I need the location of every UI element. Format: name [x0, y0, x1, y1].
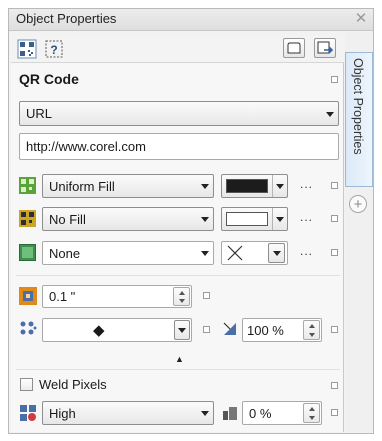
spin-down-icon: [179, 299, 185, 303]
outline-width-field[interactable]: 0.1 ": [42, 285, 192, 308]
fill-color-swatch-2: [226, 212, 268, 226]
divider: [16, 275, 340, 276]
spin-up-icon: [309, 407, 315, 411]
export-button[interactable]: [314, 38, 336, 58]
pin-icon[interactable]: [331, 409, 338, 416]
roundness-value: 100 %: [247, 323, 284, 338]
section-heading: QR Code: [19, 71, 79, 87]
qr-info-icon[interactable]: ?: [44, 39, 64, 59]
qr-pattern-fill-icon: [19, 210, 36, 227]
background-label: None: [49, 246, 81, 261]
fill-color-picker-1[interactable]: [221, 174, 288, 198]
pin-icon[interactable]: [331, 76, 338, 83]
spin-up-icon: [309, 324, 315, 328]
spin-down-icon: [309, 416, 315, 420]
chevron-down-icon: [273, 251, 281, 256]
chevron-down-icon: [201, 411, 209, 416]
outline-width-icon: [19, 287, 37, 305]
pin-icon[interactable]: [331, 382, 338, 389]
chevron-down-icon: [178, 328, 186, 333]
pixel-shape-dropdown[interactable]: ◆: [42, 318, 192, 342]
qr-code-icon[interactable]: [17, 39, 37, 59]
fill-type-label-1: Uniform Fill: [49, 179, 115, 194]
qr-type-dropdown[interactable]: URL: [19, 101, 339, 126]
chevron-down-icon: [201, 184, 209, 189]
pixel-shape-value: ◆: [93, 322, 105, 339]
fill-color-picker-2[interactable]: [221, 207, 288, 231]
qr-type-value: URL: [26, 106, 53, 121]
roundness-icon: [222, 321, 238, 337]
weld-pixels-checkbox[interactable]: [20, 378, 33, 391]
more-options-button-3[interactable]: ...: [300, 244, 313, 258]
error-correction-value: High: [49, 406, 76, 421]
pin-icon[interactable]: [331, 182, 338, 189]
border-value: 0 %: [249, 406, 272, 421]
no-color-icon: [227, 245, 243, 261]
pin-icon[interactable]: [331, 326, 338, 333]
chevron-down-icon: [276, 184, 284, 189]
export-icon: [317, 41, 334, 54]
weld-pixels-label: Weld Pixels: [39, 377, 107, 392]
close-icon[interactable]: ✕: [352, 9, 370, 29]
divider: [16, 369, 340, 370]
outline-width-spinner[interactable]: [173, 287, 190, 306]
url-field[interactable]: http://www.corel.com: [19, 133, 339, 160]
roundness-spinner[interactable]: [303, 320, 320, 340]
more-options-button-1[interactable]: ...: [300, 177, 313, 191]
pin-icon[interactable]: [203, 326, 210, 333]
spin-down-icon: [309, 333, 315, 337]
border-spinner[interactable]: [303, 403, 320, 423]
fill-type-label-2: No Fill: [49, 212, 86, 227]
chevron-down-icon: [326, 112, 334, 117]
background-fill-icon: [19, 244, 36, 261]
svg-text:?: ?: [50, 43, 57, 57]
outline-width-value: 0.1 ": [49, 289, 76, 304]
panel-title: Object Properties: [16, 11, 117, 26]
fill-type-dropdown-2[interactable]: No Fill: [42, 207, 214, 231]
frame-button[interactable]: [283, 38, 305, 58]
frame-icon: [287, 42, 301, 54]
error-correction-icon: [19, 404, 37, 422]
properties-content: [11, 35, 344, 432]
collapse-icon[interactable]: ▲: [175, 354, 184, 364]
chevron-down-icon: [201, 217, 209, 222]
fill-color-swatch-1: [226, 179, 268, 193]
pin-icon[interactable]: [331, 215, 338, 222]
border-field[interactable]: 0 %: [242, 401, 322, 425]
url-value: http://www.corel.com: [26, 139, 146, 154]
background-dropdown[interactable]: None: [42, 241, 214, 265]
pixel-shape-icon: [19, 320, 37, 338]
add-docker-icon[interactable]: +: [349, 195, 367, 213]
spin-up-icon: [179, 291, 185, 295]
background-color-picker[interactable]: [221, 241, 288, 265]
border-icon: [222, 405, 238, 421]
tab-object-properties-label: Object Properties: [351, 58, 365, 155]
chevron-down-icon: [276, 217, 284, 222]
roundness-field[interactable]: 100 %: [242, 318, 322, 342]
qr-uniform-fill-icon: [19, 177, 36, 194]
pin-icon[interactable]: [203, 292, 210, 299]
fill-type-dropdown-1[interactable]: Uniform Fill: [42, 174, 214, 198]
error-correction-dropdown[interactable]: High: [42, 401, 214, 425]
chevron-down-icon: [201, 251, 209, 256]
more-options-button-2[interactable]: ...: [300, 210, 313, 224]
pin-icon[interactable]: [331, 249, 338, 256]
